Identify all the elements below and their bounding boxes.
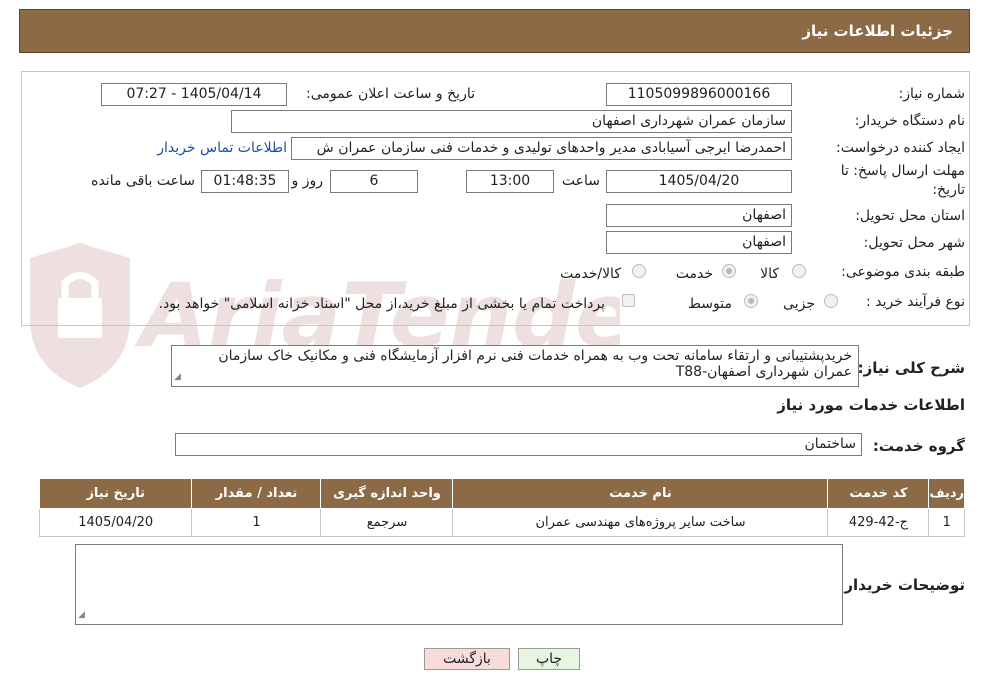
city-label: شهر محل تحویل: (863, 235, 965, 251)
category-goods-service-radio[interactable] (632, 264, 646, 278)
treasury-payment-checkbox[interactable] (622, 294, 635, 307)
cell-service-name: ساخت سایر پروژه‌های مهندسی عمران (452, 508, 829, 537)
process-minor-label: جزیی (783, 296, 815, 312)
table-row: 1 ج-42-429 ساخت سایر پروژه‌های مهندسی عم… (38, 508, 965, 537)
time-remaining-field: 01:48:35 (201, 170, 289, 193)
process-medium-radio[interactable] (744, 294, 758, 308)
category-goods-radio[interactable] (792, 264, 806, 278)
column-header-date: تاریخ نیاز (38, 478, 193, 509)
category-goods-service-label: کالا/خدمت (560, 266, 621, 282)
requester-field: احمدرضا ایرجی آسیابادی مدیر واحدهای تولی… (291, 137, 792, 160)
services-table-header: ردیف کد خدمت نام خدمت واحد اندازه گیری ت… (38, 478, 965, 509)
summary-textarea[interactable]: خریدپشتیبانی و ارتقاء سامانه تحت وب به ه… (171, 345, 859, 387)
province-label: استان محل تحویل: (855, 208, 965, 224)
treasury-payment-note: پرداخت تمام یا بخشی از مبلغ خرید،از محل … (158, 296, 605, 312)
requester-label: ایجاد کننده درخواست: (836, 140, 965, 156)
process-medium-label: متوسط (688, 296, 732, 312)
summary-label: شرح کلی نیاز: (857, 359, 965, 377)
buyer-notes-textarea[interactable]: ◢ (75, 544, 843, 625)
contact-buyer-link[interactable]: اطلاعات تماس خریدار (157, 140, 287, 156)
need-number-label: شماره نیاز: (898, 86, 966, 102)
deadline-time-field: 13:00 (466, 170, 554, 193)
time-remaining-label: ساعت باقی مانده (91, 173, 195, 189)
services-table: ردیف کد خدمت نام خدمت واحد اندازه گیری ت… (38, 478, 965, 537)
print-button[interactable]: چاپ (518, 648, 580, 670)
service-group-label: گروه خدمت: (872, 437, 965, 455)
deadline-label-2: تاریخ: (932, 182, 965, 198)
page-header: جزئیات اطلاعات نیاز (19, 9, 970, 53)
days-label: روز و (291, 173, 324, 189)
column-header-code: کد خدمت (827, 478, 930, 509)
buyer-notes-label: توضیحات خریدار: (838, 576, 965, 594)
cell-need-date: 1405/04/20 (38, 508, 193, 537)
cell-unit: سرجمع (320, 508, 454, 537)
summary-line-1: خریدپشتیبانی و ارتقاء سامانه تحت وب به ه… (218, 348, 852, 364)
category-label: طبقه بندی موضوعی: (841, 264, 965, 280)
process-label: نوع فرآیند خرید : (866, 294, 965, 310)
page-title: جزئیات اطلاعات نیاز (802, 22, 953, 40)
category-goods-label: کالا (760, 266, 779, 282)
announce-label: تاریخ و ساعت اعلان عمومی: (306, 86, 475, 102)
cell-row-number: 1 (928, 508, 965, 537)
days-remaining-field: 6 (330, 170, 418, 193)
buyer-org-field: سازمان عمران شهرداری اصفهان (231, 110, 792, 133)
summary-line-2: عمران شهرداری اصفهان-T88 (675, 364, 852, 380)
buyer-org-label: نام دستگاه خریدار: (854, 113, 965, 129)
deadline-time-label: ساعت (561, 173, 600, 189)
cell-quantity: 1 (191, 508, 322, 537)
resize-grip-icon: ◢ (174, 372, 181, 382)
back-button[interactable]: بازگشت (424, 648, 510, 670)
process-minor-radio[interactable] (824, 294, 838, 308)
announce-field: 1405/04/14 - 07:27 (101, 83, 287, 106)
services-section-title: اطلاعات خدمات مورد نیاز (777, 396, 965, 414)
need-number-field: 1105099896000166 (606, 83, 792, 106)
category-service-label: خدمت (675, 266, 713, 282)
category-service-radio[interactable] (722, 264, 736, 278)
province-field: اصفهان (606, 204, 792, 227)
column-header-quantity: تعداد / مقدار (191, 478, 322, 509)
city-field: اصفهان (606, 231, 792, 254)
cell-service-code: ج-42-429 (827, 508, 930, 537)
deadline-label: مهلت ارسال پاسخ: تا (840, 163, 965, 179)
column-header-row: ردیف (928, 478, 965, 509)
column-header-name: نام خدمت (452, 478, 829, 509)
column-header-unit: واحد اندازه گیری (320, 478, 454, 509)
resize-grip-icon: ◢ (78, 610, 85, 620)
deadline-date-field: 1405/04/20 (606, 170, 792, 193)
service-group-field: ساختمان (175, 433, 862, 456)
